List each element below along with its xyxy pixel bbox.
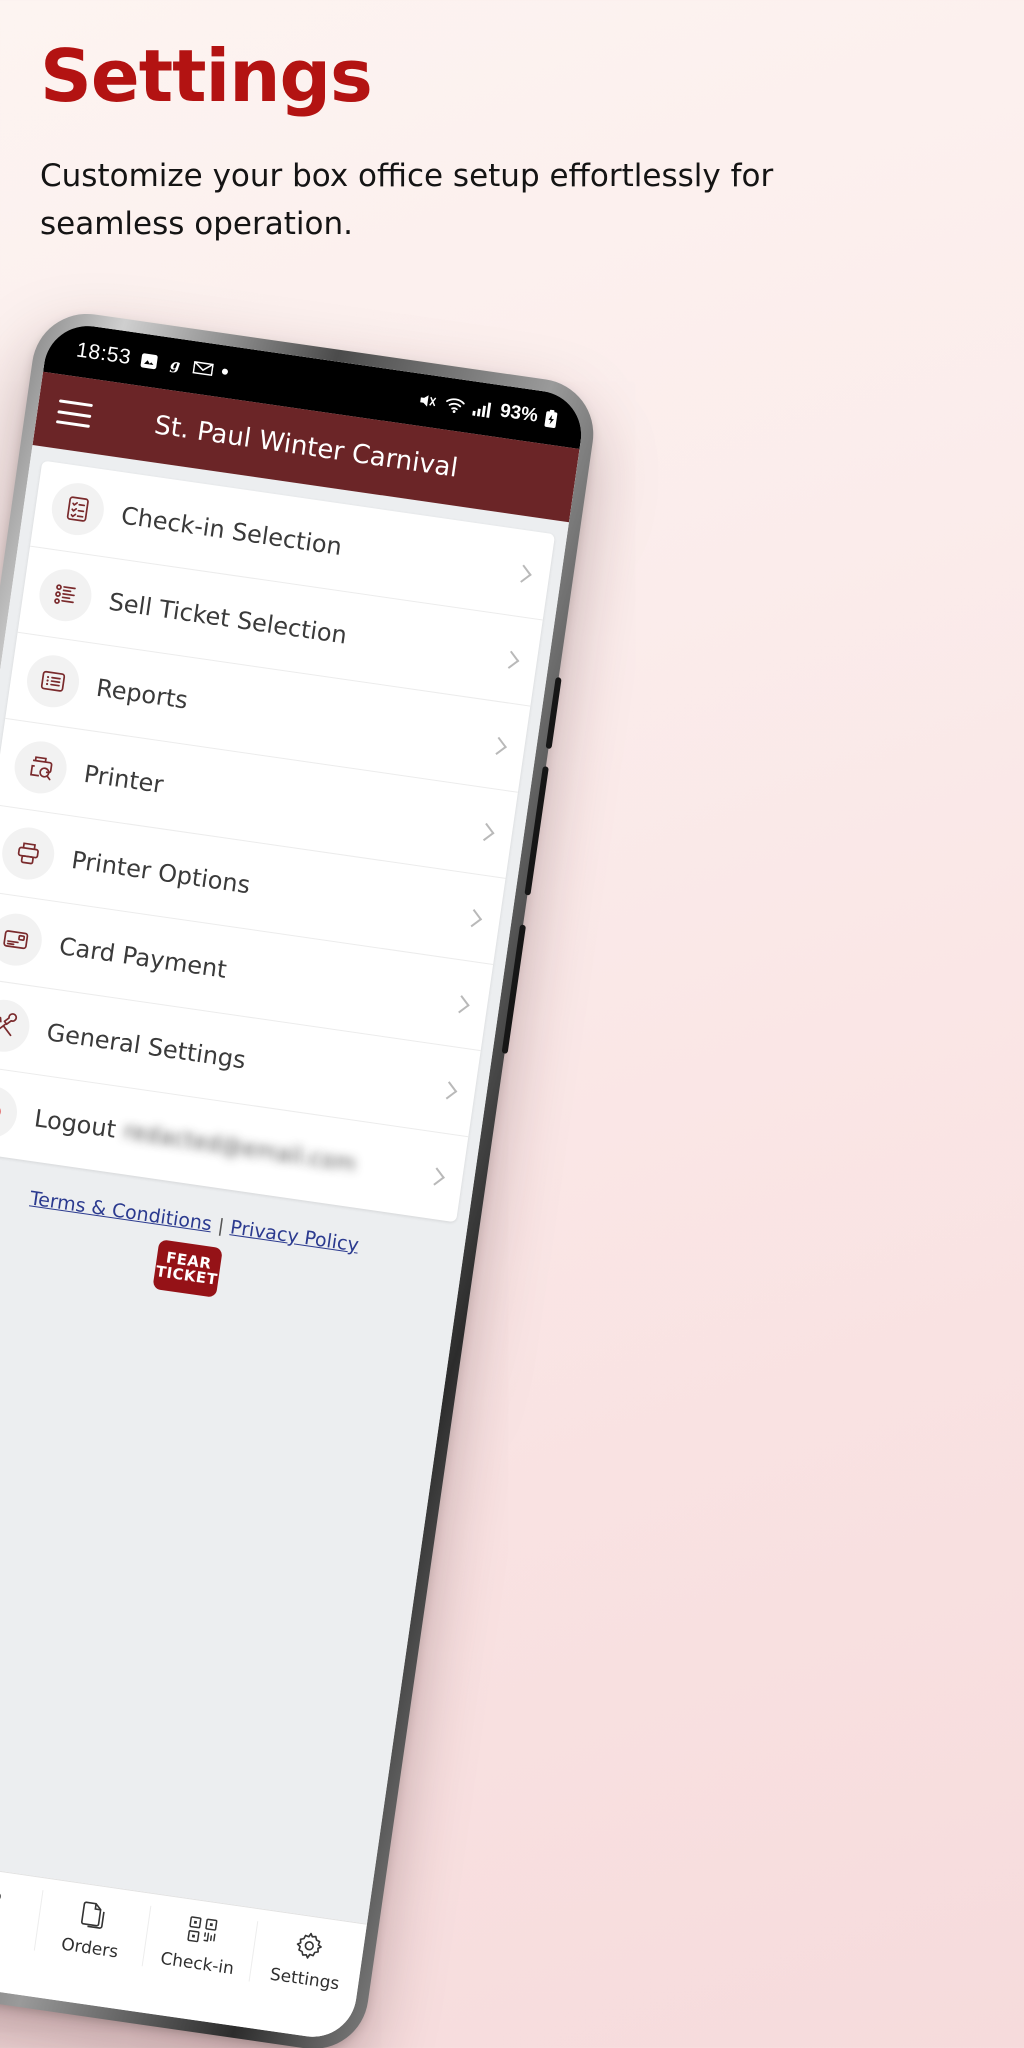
nav-item-check-in[interactable]: Check-in xyxy=(141,1905,258,1982)
terms-conditions-link[interactable]: Terms & Conditions xyxy=(29,1187,214,1235)
phone-side-button-mute[interactable] xyxy=(545,676,562,750)
logout-label: Logout xyxy=(32,1104,118,1144)
credit-card-icon xyxy=(0,910,46,970)
chevron-right-icon xyxy=(451,994,470,1013)
ticket-list-icon xyxy=(35,565,95,625)
qr-icon xyxy=(185,1911,220,1949)
page-title: Settings xyxy=(40,34,373,118)
report-icon xyxy=(23,651,83,711)
privacy-policy-link[interactable]: Privacy Policy xyxy=(229,1216,360,1256)
battery-percent-label: 93% xyxy=(498,400,540,427)
printer-icon xyxy=(0,824,58,883)
footer-separator: | xyxy=(217,1215,225,1238)
phone-frame: 18:53 g 93% St. Paul Winter Carnival Che… xyxy=(0,310,598,2048)
svg-text:g: g xyxy=(169,357,181,374)
signal-icon xyxy=(471,399,492,419)
promo-block: Settings Customize your box office setup… xyxy=(40,40,980,248)
chevron-right-icon xyxy=(476,822,495,841)
image-icon xyxy=(139,350,161,372)
logout-email-redacted: redacted@email.com xyxy=(121,1118,358,1177)
documents-icon xyxy=(78,1896,111,1934)
status-bar-left: 18:53 g xyxy=(75,338,230,384)
nav-item-settings[interactable]: Settings xyxy=(248,1921,366,1998)
ticket-icon xyxy=(0,1880,5,1918)
status-bar-clock: 18:53 xyxy=(74,338,133,370)
tools-icon xyxy=(0,996,33,1056)
gear-icon xyxy=(292,1927,327,1965)
wifi-icon xyxy=(443,395,466,415)
battery-charging-icon xyxy=(543,408,559,429)
mute-icon xyxy=(417,391,439,412)
brand-logo: FEAR TICKET xyxy=(152,1239,223,1298)
chevron-right-icon xyxy=(426,1166,445,1186)
chevron-right-icon xyxy=(464,908,483,927)
settings-content: Check-in Selection Sell Ticket Selection xyxy=(0,444,569,1924)
chevron-right-icon xyxy=(488,736,508,755)
checklist-icon xyxy=(48,479,108,539)
power-icon xyxy=(0,1082,21,1142)
nav-item-label: Orders xyxy=(59,1934,120,1963)
chevron-right-icon xyxy=(501,650,520,669)
status-bar-right: 93% xyxy=(416,389,559,431)
printer-search-icon xyxy=(11,737,71,797)
goodreads-icon: g xyxy=(166,354,186,376)
nav-item-label: Check-in xyxy=(159,1948,236,1980)
nav-item-label: Settings xyxy=(268,1964,341,1995)
page-subtitle: Customize your box office setup effortle… xyxy=(40,158,774,243)
settings-menu-card: Check-in Selection Sell Ticket Selection xyxy=(0,460,556,1223)
phone-mockup: 18:53 g 93% St. Paul Winter Carnival Che… xyxy=(0,310,650,2048)
chevron-right-icon xyxy=(439,1080,458,1099)
gmail-icon xyxy=(192,359,214,378)
phone-screen: 18:53 g 93% St. Paul Winter Carnival Che… xyxy=(0,320,587,2043)
hamburger-icon[interactable] xyxy=(55,399,93,428)
dot-icon xyxy=(221,368,229,376)
chevron-right-icon xyxy=(513,564,532,583)
nav-item-orders[interactable]: Orders xyxy=(33,1890,151,1967)
